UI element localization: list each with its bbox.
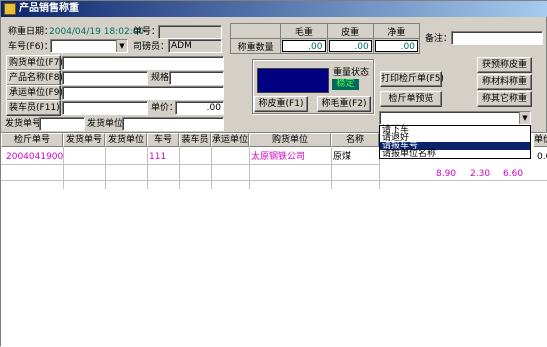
col-header[interactable]: 承运单位 (211, 133, 249, 147)
voice-select[interactable]: ▼ (379, 111, 531, 125)
ship-no-field[interactable] (39, 117, 85, 131)
buyer-field[interactable] (62, 56, 224, 70)
tare-header: 皮重 (326, 23, 374, 39)
preview-button[interactable]: 检斤单预览 (380, 91, 442, 107)
preset-tare-button[interactable]: 获预称皮重 (477, 57, 532, 73)
remark-label: 备注： (425, 34, 453, 44)
col-header[interactable]: 装车员 (179, 133, 211, 147)
date-value: 2004/04/19 18:02:00 (49, 27, 145, 37)
table-cell: 太原钢铁公司 (251, 152, 306, 162)
col-header[interactable]: 发货单位 (105, 133, 147, 147)
table-cell (63, 149, 105, 165)
col-header[interactable]: 车号 (147, 133, 179, 147)
app-icon (4, 3, 16, 15)
title-bar: 产品销售称重 (1, 1, 547, 17)
driver-field: ADM (168, 39, 222, 53)
driver-label: 司磅员： (133, 42, 170, 52)
carrier-field[interactable] (62, 86, 224, 100)
tare-weigh-button[interactable]: 称皮重(F1) (254, 96, 308, 112)
scale-state-badge: 稳定 (332, 79, 359, 90)
remark-field[interactable] (451, 31, 543, 45)
spec-field[interactable] (169, 71, 224, 85)
table-cell (105, 149, 147, 165)
gross-value: .00 (282, 40, 326, 52)
spec-label: 规格 (151, 73, 170, 83)
price-field[interactable]: .00 (175, 101, 224, 115)
ship-no-label: 发货单号 (5, 119, 42, 129)
loader-field[interactable] (62, 101, 148, 115)
car-no-select[interactable]: ▼ (50, 39, 128, 53)
table-cell: 8.90 (436, 169, 457, 179)
ship-unit-label: 发货单位 (87, 119, 124, 129)
col-header[interactable]: 检斤单号 (1, 133, 63, 147)
chevron-down-icon[interactable]: ▼ (519, 112, 530, 124)
app-window: 产品销售称重 称重日期： 2004/04/19 18:02:00 单号： 车号(… (0, 0, 547, 347)
col-header[interactable]: 单价 (533, 133, 547, 147)
table-cell: 2.30 (470, 169, 491, 179)
chevron-down-icon[interactable]: ▼ (116, 40, 127, 52)
order-no-label: 单号： (133, 27, 161, 37)
material-weigh-button[interactable]: 称材料称重 (477, 74, 532, 90)
weight-display (257, 68, 329, 93)
table-cell: 200404190001 (6, 152, 64, 162)
tare-value: .00 (328, 40, 372, 52)
loader-button[interactable]: 装车员(F11) (6, 100, 61, 116)
table-cell: 0.0 (537, 152, 547, 162)
price-label: 单价： (151, 103, 179, 113)
other-weigh-button[interactable]: 称其它称重 (477, 91, 532, 107)
col-header[interactable]: 购货单位 (249, 133, 331, 147)
table-cell: 111 (149, 152, 167, 162)
net-header: 净重 (372, 23, 421, 39)
buyer-button[interactable]: 购货单位(F7) (6, 55, 63, 71)
table-cell (211, 149, 249, 165)
weights-table: 毛重 皮重 净重 称重数量 .00 .00 .00 (229, 23, 421, 54)
records-grid: 检斤单号 发货单号 发货单位 车号 装车员 承运单位 购货单位 名称 单价 20… (1, 132, 547, 347)
print-button[interactable]: 打印检斤单(F5) (380, 71, 444, 87)
product-field[interactable] (62, 71, 148, 85)
product-button[interactable]: 产品名称(F8) (6, 70, 63, 86)
dropdown-option[interactable]: 请报单位名称 (380, 150, 530, 159)
car-no-label: 车号(F6)： (8, 42, 53, 52)
table-cell (179, 149, 211, 165)
table-cell: 6.60 (503, 169, 524, 179)
col-header[interactable]: 名称 (331, 133, 379, 147)
col-header[interactable]: 发货单号 (63, 133, 105, 147)
weight-row-label: 称重数量 (229, 38, 282, 54)
gross-weigh-button[interactable]: 称毛重(F2) (317, 96, 371, 112)
table-cell: 原煤 (333, 152, 352, 162)
net-value: .00 (374, 40, 418, 52)
window-title: 产品销售称重 (19, 3, 79, 14)
order-no-field (158, 25, 222, 39)
date-label: 称重日期： (8, 27, 54, 37)
scale-state-label: 重量状态 (333, 68, 370, 78)
ship-unit-field[interactable] (122, 117, 224, 131)
gross-header: 毛重 (280, 23, 328, 39)
voice-dropdown-list[interactable]: 请下车 请退好 请报车号 请报单位名称 (379, 125, 531, 159)
carrier-button[interactable]: 承运单位(F9) (6, 85, 63, 101)
